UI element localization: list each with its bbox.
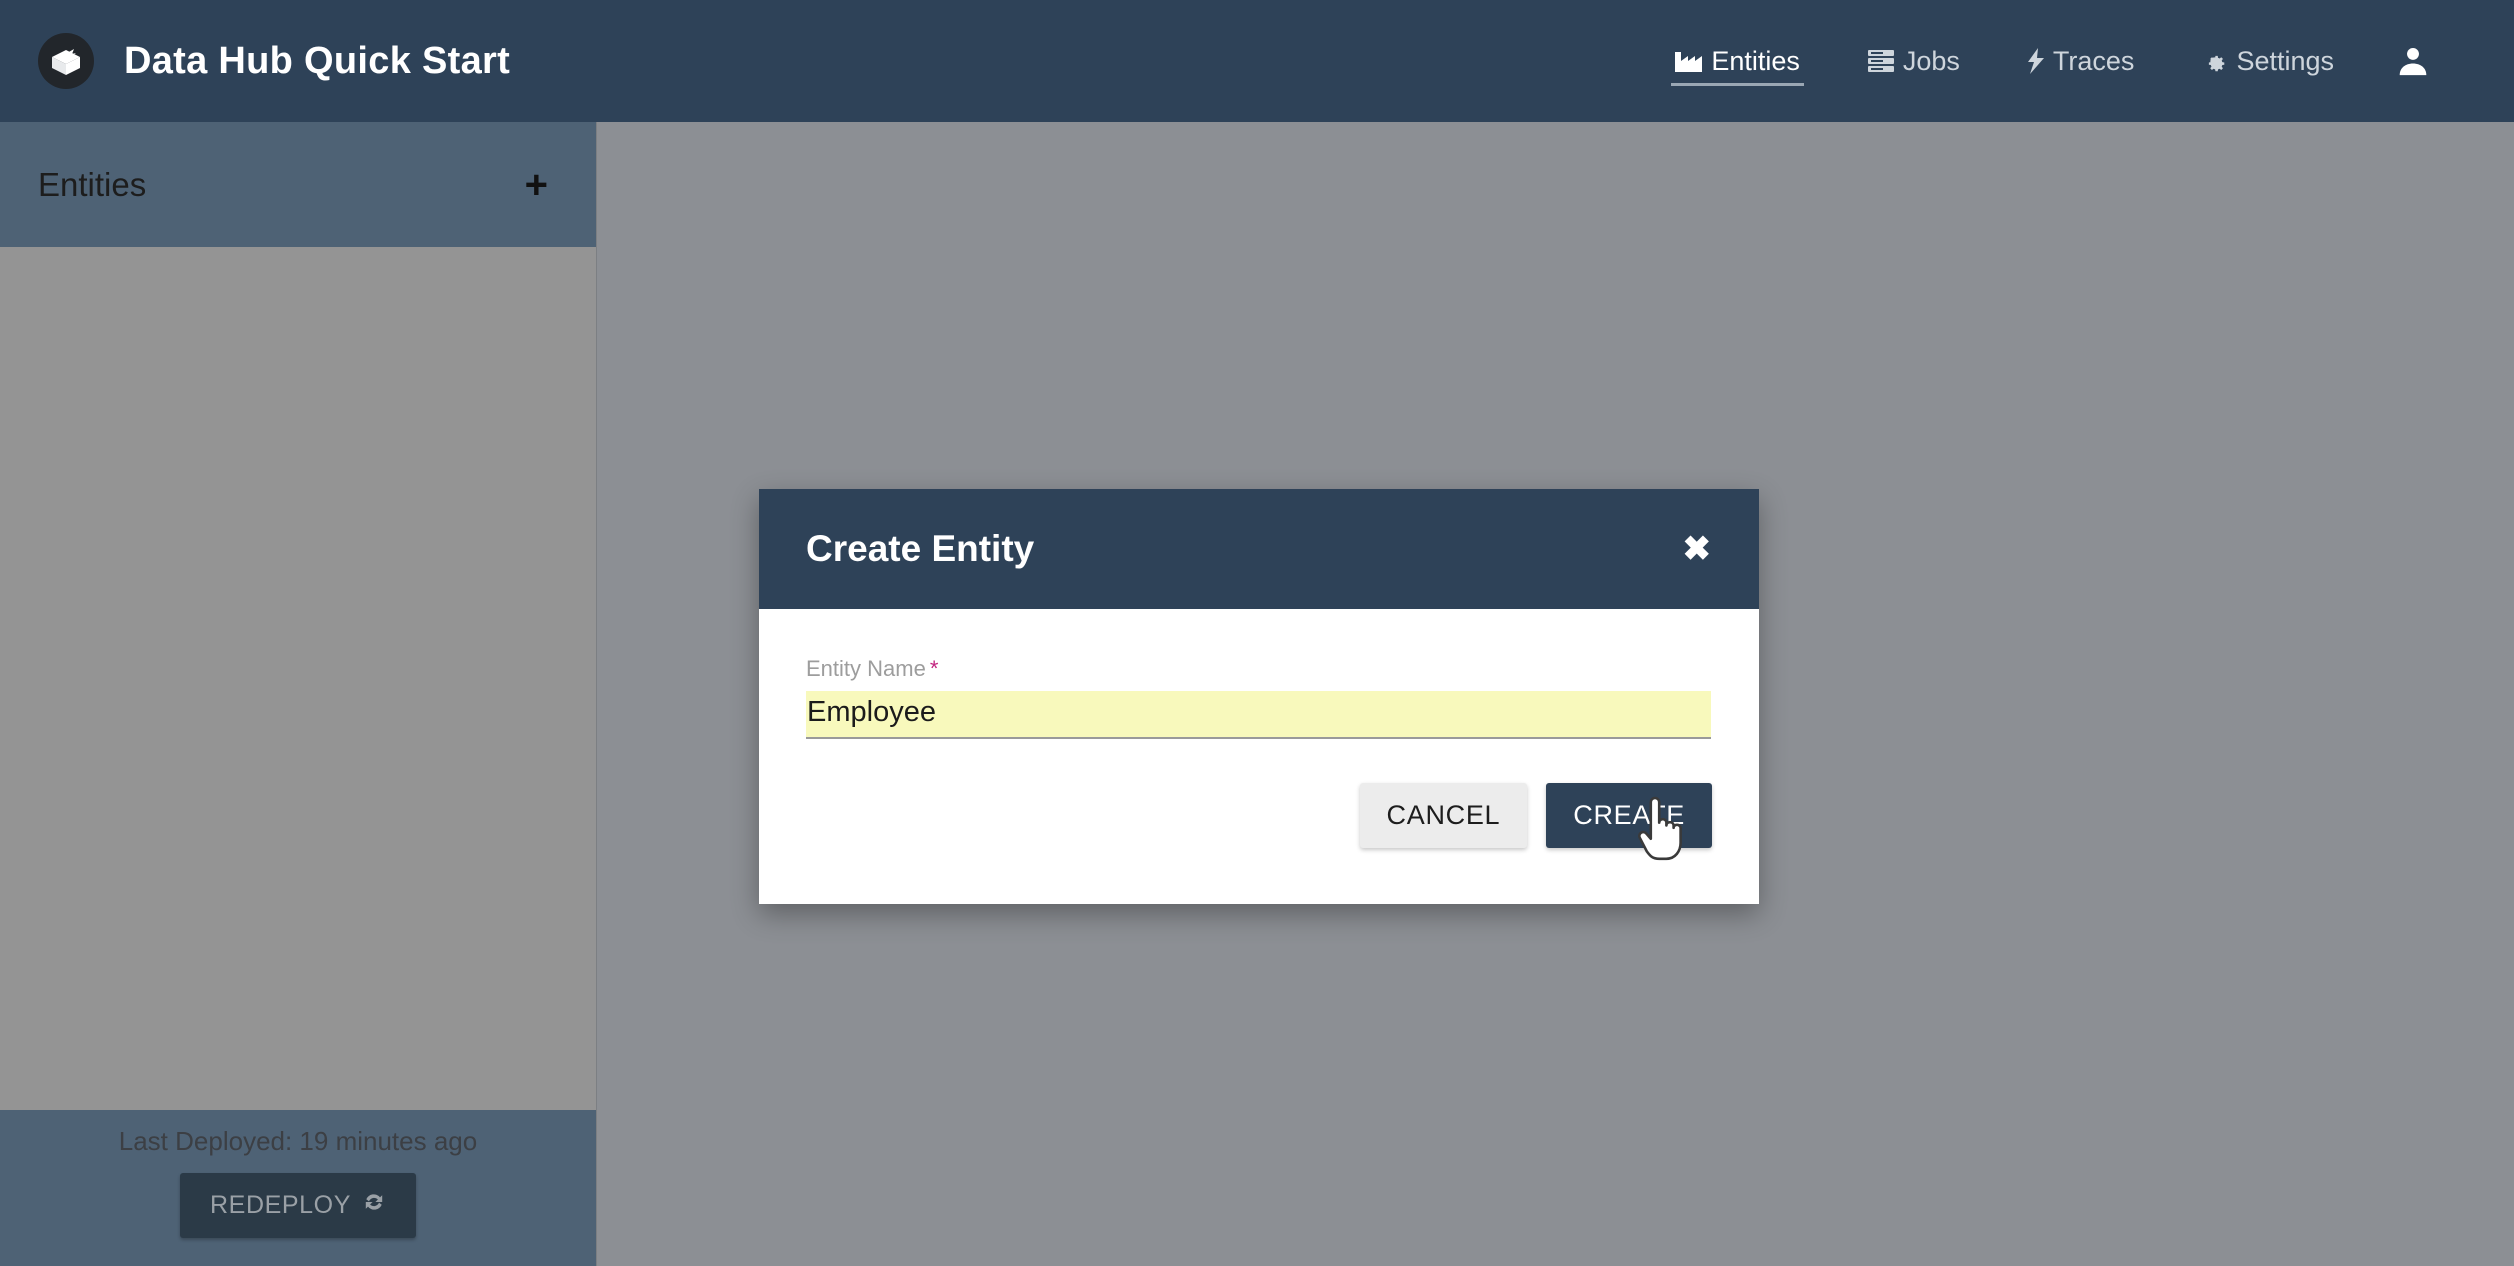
create-entity-modal: Create Entity ✖ Entity Name* CANCEL CREA… (759, 489, 1759, 904)
modal-title: Create Entity (806, 528, 1035, 569)
nav-item-label: Jobs (1902, 45, 1960, 76)
modal-body: Entity Name * (759, 609, 1759, 739)
required-marker: * (929, 656, 939, 681)
entity-name-input[interactable] (806, 691, 1711, 739)
refresh-icon (362, 1190, 386, 1221)
nav-items: Entities Jobs Traces Settings (1641, 0, 2514, 122)
nav-item-traces[interactable]: Traces (1994, 0, 2169, 122)
close-icon[interactable]: ✖ (1673, 526, 1722, 572)
redeploy-button-label: REDEPLOY (210, 1191, 351, 1219)
factory-icon (1675, 49, 1703, 73)
sidebar: Entities + Last Deployed: 19 minutes ago… (0, 122, 597, 1266)
user-avatar-icon[interactable] (2368, 0, 2464, 122)
sidebar-entity-list (0, 247, 596, 1110)
marklogic-box-logo-icon (38, 33, 94, 89)
sidebar-header: Entities + (0, 122, 596, 247)
nav-item-label: Settings (2236, 45, 2334, 76)
bolt-icon (2027, 48, 2044, 74)
top-navigation-bar: Data Hub Quick Start Entities Jobs Trace… (0, 0, 2514, 122)
nav-item-entities[interactable]: Entities (1641, 0, 1834, 122)
redeploy-button[interactable]: REDEPLOY (180, 1173, 416, 1238)
nav-item-jobs[interactable]: Jobs (1834, 0, 1994, 122)
modal-actions: CANCEL CREATE (759, 739, 1759, 904)
sidebar-footer: Last Deployed: 19 minutes ago REDEPLOY (0, 1110, 596, 1266)
gear-icon (2202, 49, 2227, 74)
app-title: Data Hub Quick Start (124, 39, 511, 82)
modal-header: Create Entity ✖ (759, 489, 1759, 609)
sidebar-title: Entities (38, 165, 147, 203)
cancel-button[interactable]: CANCEL (1359, 783, 1528, 848)
last-deployed-status: Last Deployed: 19 minutes ago (118, 1126, 478, 1156)
server-stack-icon (1867, 49, 1894, 73)
entity-name-label-text: Entity Name (806, 656, 926, 681)
brand[interactable]: Data Hub Quick Start (0, 33, 510, 89)
nav-item-label: Entities (1711, 45, 1800, 76)
nav-item-settings[interactable]: Settings (2168, 0, 2368, 122)
app-root: Data Hub Quick Start Entities Jobs Trace… (0, 0, 2514, 1266)
entity-name-label: Entity Name * (806, 656, 1712, 682)
create-button[interactable]: CREATE (1546, 783, 1712, 848)
nav-item-label: Traces (2052, 45, 2135, 76)
add-entity-button[interactable]: + (517, 161, 556, 209)
